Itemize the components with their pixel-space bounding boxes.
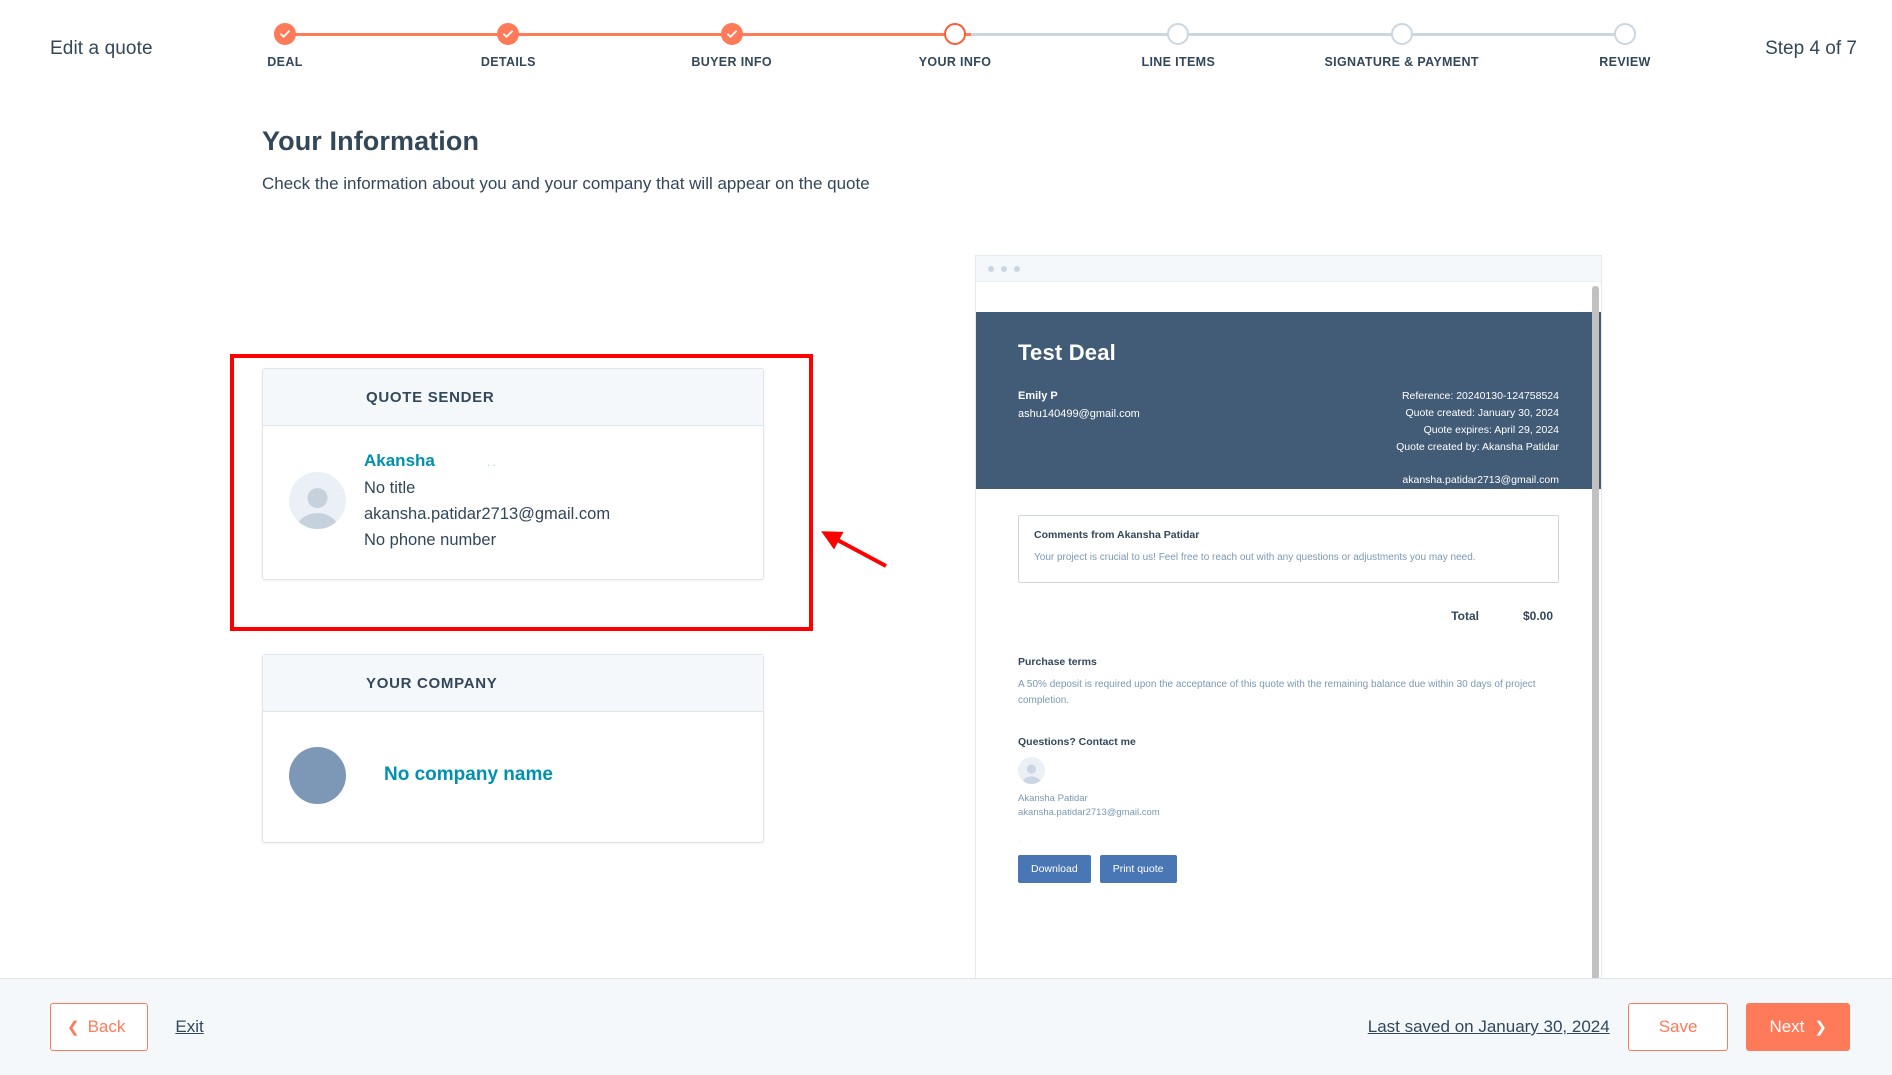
preview-scrollbar-thumb[interactable]	[1592, 286, 1599, 1046]
sender-phone: No phone number	[364, 530, 497, 549]
quote-meta-spacer	[1396, 456, 1559, 472]
top-bar: Edit a quote DEAL DETAILS BUYER INFO YOUR I…	[0, 0, 1892, 98]
sender-title: No title	[364, 478, 416, 497]
sender-name-ghost-text: ..	[486, 454, 499, 469]
sender-name-row: Akansha..	[364, 448, 610, 475]
quote-contact-email: akansha.patidar2713@gmail.com	[1018, 807, 1160, 819]
quote-created-date: Quote created: January 30, 2024	[1405, 407, 1559, 419]
quote-total-label: Total	[1451, 608, 1479, 623]
quote-comments-box: Comments from Akansha Patidar Your proje…	[1018, 515, 1559, 583]
back-button-label: Back	[87, 1017, 126, 1036]
stepper-step-signature-payment[interactable]: SIGNATURE & PAYMENT	[1324, 18, 1478, 88]
save-button[interactable]: Save	[1627, 1003, 1729, 1051]
preview-top-spacer	[976, 282, 1601, 312]
quote-meta-block: Reference: 20240130-124758524 Quote crea…	[1396, 388, 1559, 489]
circle-icon	[1167, 23, 1190, 45]
stepper-step-deal[interactable]: DEAL	[255, 18, 315, 88]
check-icon	[274, 23, 296, 45]
sender-details: Akansha.. No title akansha.patidar2713@g…	[364, 448, 610, 553]
stepper-step-label: REVIEW	[1599, 55, 1651, 69]
company-name[interactable]: No company name	[384, 764, 553, 786]
sender-email: akansha.patidar2713@gmail.com	[364, 504, 611, 523]
quote-sender-card[interactable]: QUOTE SENDER Akansha.. No title akansha.…	[262, 368, 764, 581]
stepper-step-label: YOUR INFO	[918, 55, 992, 69]
stepper-step-label: DETAILS	[480, 55, 536, 69]
chevron-left-icon: ❮	[67, 1018, 80, 1036]
quote-total-row: Total $0.00	[1018, 609, 1559, 623]
main-body: Your Information Check the information a…	[0, 98, 1892, 1055]
stepper-step-label: DEAL	[267, 55, 303, 69]
window-dot-icon	[1014, 265, 1020, 272]
progress-stepper: DEAL DETAILS BUYER INFO YOUR INFO LINE ITEMS…	[255, 18, 1655, 88]
quote-comments-title: Comments from Akansha Patidar	[1034, 529, 1200, 541]
preview-browser-chrome	[976, 256, 1601, 282]
last-saved-link[interactable]: Last saved on January 30, 2024	[1368, 1017, 1610, 1037]
stepper-steps: DEAL DETAILS BUYER INFO YOUR INFO LINE ITEMS…	[255, 18, 1655, 88]
quote-reference: Reference: 20240130-124758524	[1401, 390, 1559, 402]
back-button[interactable]: ❮ Back	[50, 1003, 149, 1051]
quote-purchase-terms-title: Purchase terms	[1018, 655, 1097, 668]
quote-content: Comments from Akansha Patidar Your proje…	[976, 489, 1601, 923]
print-quote-button[interactable]: Print quote	[1099, 855, 1177, 884]
quote-purchase-terms-text: A 50% deposit is required upon the accep…	[1018, 678, 1536, 706]
circle-icon	[1613, 23, 1636, 45]
quote-sender-email: akansha.patidar2713@gmail.com	[1402, 474, 1559, 486]
footer-bar: ❮ Back Exit Last saved on January 30, 20…	[0, 978, 1892, 1075]
exit-button[interactable]: Exit	[175, 1017, 203, 1037]
quote-deal-title: Test Deal	[1018, 340, 1116, 365]
sender-avatar-icon	[289, 472, 346, 530]
window-dot-icon	[988, 265, 994, 272]
next-button-label: Next	[1769, 1017, 1805, 1036]
stepper-step-details[interactable]: DETAILS	[478, 18, 538, 88]
annotation-arrow-icon	[821, 531, 887, 568]
quote-purchase-terms: Purchase terms A 50% deposit is required…	[1018, 656, 1559, 709]
download-button[interactable]: Download	[1018, 855, 1091, 884]
your-information-section: Your Information Check the information a…	[262, 126, 902, 197]
quote-contact-avatar-icon	[1018, 756, 1045, 784]
step-counter: Step 4 of 7	[1765, 38, 1857, 59]
company-avatar-icon	[289, 746, 346, 804]
stepper-step-review[interactable]: REVIEW	[1595, 18, 1655, 88]
quote-buyer-name: Emily P	[1018, 390, 1058, 402]
quote-hero: Test Deal Emily P ashu140499@gmail.com R…	[976, 312, 1601, 489]
check-icon	[720, 23, 743, 45]
stepper-step-your-info[interactable]: YOUR INFO	[919, 18, 991, 88]
quote-contact-name: Akansha Patidar	[1018, 792, 1088, 804]
stepper-step-label: LINE ITEMS	[1141, 55, 1216, 69]
quote-total-value: $0.00	[1522, 608, 1553, 623]
your-company-card[interactable]: YOUR COMPANY No company name	[262, 654, 764, 843]
page-title: Your Information	[262, 126, 480, 156]
your-company-card-body: No company name	[263, 712, 763, 842]
check-icon	[497, 23, 520, 45]
next-button[interactable]: Next ❯	[1746, 1003, 1850, 1051]
stepper-step-label: SIGNATURE & PAYMENT	[1324, 55, 1479, 69]
preview-scrollbar[interactable]	[1592, 286, 1599, 1046]
quote-action-buttons: Download Print quote	[1018, 855, 1559, 923]
your-company-card-heading: YOUR COMPANY	[263, 655, 763, 712]
quote-created-by: Quote created by: Akansha Patidar	[1396, 441, 1559, 453]
window-dot-icon	[1001, 265, 1007, 272]
quote-contact-title: Questions? Contact me	[1018, 735, 1136, 748]
footer-right-group: Last saved on January 30, 2024 Save Next…	[1368, 1003, 1850, 1051]
quote-buyer-email: ashu140499@gmail.com	[1018, 407, 1140, 420]
quote-buyer-block: Emily P ashu140499@gmail.com	[1018, 388, 1140, 489]
page-subtitle: Check the information about you and your…	[262, 174, 870, 193]
stepper-step-buyer-info[interactable]: BUYER INFO	[691, 18, 772, 88]
chevron-right-icon: ❯	[1814, 1018, 1827, 1036]
sender-name[interactable]: Akansha	[364, 448, 435, 475]
quote-expires-date: Quote expires: April 29, 2024	[1423, 424, 1559, 436]
quote-sender-card-body: Akansha.. No title akansha.patidar2713@g…	[263, 426, 763, 579]
stepper-step-line-items[interactable]: LINE ITEMS	[1141, 18, 1215, 88]
quote-preview-panel: Test Deal Emily P ashu140499@gmail.com R…	[975, 255, 1602, 1055]
page-breadcrumb-title: Edit a quote	[50, 38, 153, 59]
quote-sender-card-heading: QUOTE SENDER	[263, 369, 763, 426]
circle-icon	[943, 23, 966, 45]
stepper-step-label: BUYER INFO	[691, 55, 772, 69]
quote-contact-section: Questions? Contact me Akansha Patidar ak…	[1018, 735, 1559, 845]
circle-icon	[1390, 23, 1413, 45]
quote-signature-mark: .	[1018, 834, 1021, 845]
quote-comments-text: Your project is crucial to us! Feel free…	[1034, 552, 1476, 563]
